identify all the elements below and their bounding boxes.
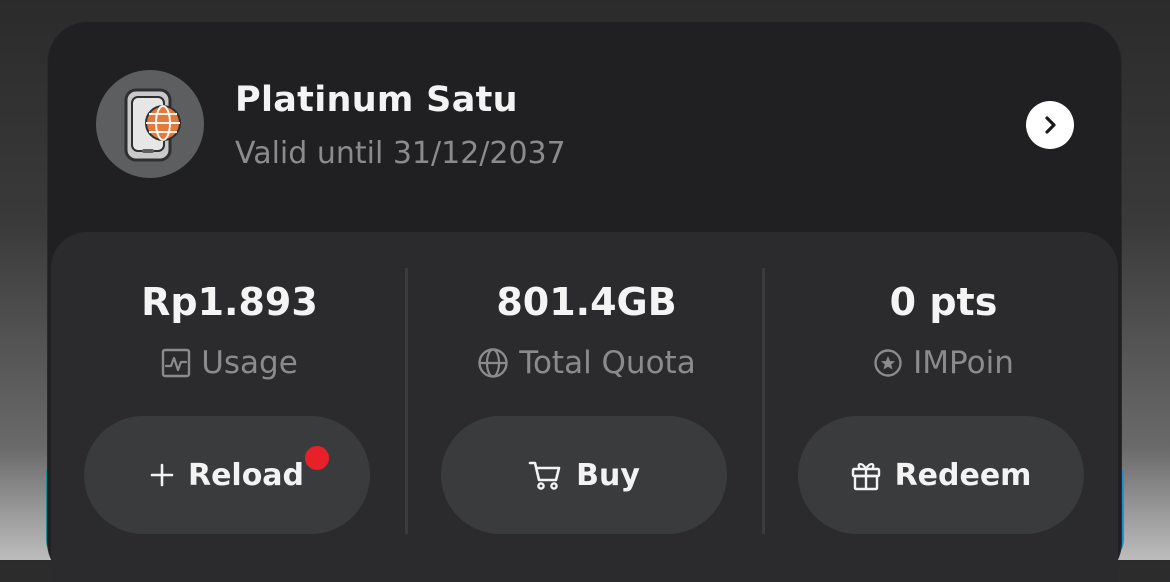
plan-details-button[interactable] — [1026, 101, 1074, 149]
impoin-value: 0 pts — [889, 280, 998, 324]
notification-dot — [305, 446, 329, 470]
quota-label-row: Total Quota — [408, 345, 765, 381]
plan-validity: Valid until 31/12/2037 — [235, 136, 566, 171]
quota-label: Total Quota — [519, 345, 696, 381]
plan-name: Platinum Satu — [235, 80, 518, 120]
quota-value: 801.4GB — [496, 280, 677, 324]
plan-card: Platinum Satu Valid until 31/12/2037 Rp1… — [48, 22, 1121, 582]
cart-icon — [528, 461, 561, 490]
gift-icon — [851, 463, 880, 491]
impoin-column: 0 pts IMPoin Redeem — [765, 232, 1122, 582]
plan-avatar — [96, 70, 204, 178]
usage-value: Rp1.893 — [141, 280, 318, 324]
usage-label-row: Usage — [51, 345, 408, 381]
stats-panel: Rp1.893 Usage Reload 801.4GB Total Quota… — [51, 232, 1118, 582]
phone-globe-icon — [124, 88, 181, 162]
redeem-button-label: Redeem — [894, 457, 1032, 493]
reload-button-label: Reload — [187, 457, 305, 493]
usage-label: Usage — [201, 345, 298, 381]
redeem-button[interactable]: Redeem — [798, 416, 1084, 534]
star-circle-icon — [874, 349, 902, 377]
buy-button[interactable]: Buy — [441, 416, 727, 534]
chevron-right-icon — [1045, 116, 1056, 134]
plus-icon — [150, 463, 174, 487]
reload-button[interactable]: Reload — [84, 416, 370, 534]
globe-icon — [478, 348, 508, 378]
buy-button-label: Buy — [576, 457, 640, 493]
activity-chart-icon — [162, 348, 191, 378]
impoin-label-row: IMPoin — [765, 345, 1122, 381]
usage-column: Rp1.893 Usage Reload — [51, 232, 408, 582]
quota-column: 801.4GB Total Quota Buy — [408, 232, 765, 582]
impoin-label: IMPoin — [913, 345, 1014, 381]
